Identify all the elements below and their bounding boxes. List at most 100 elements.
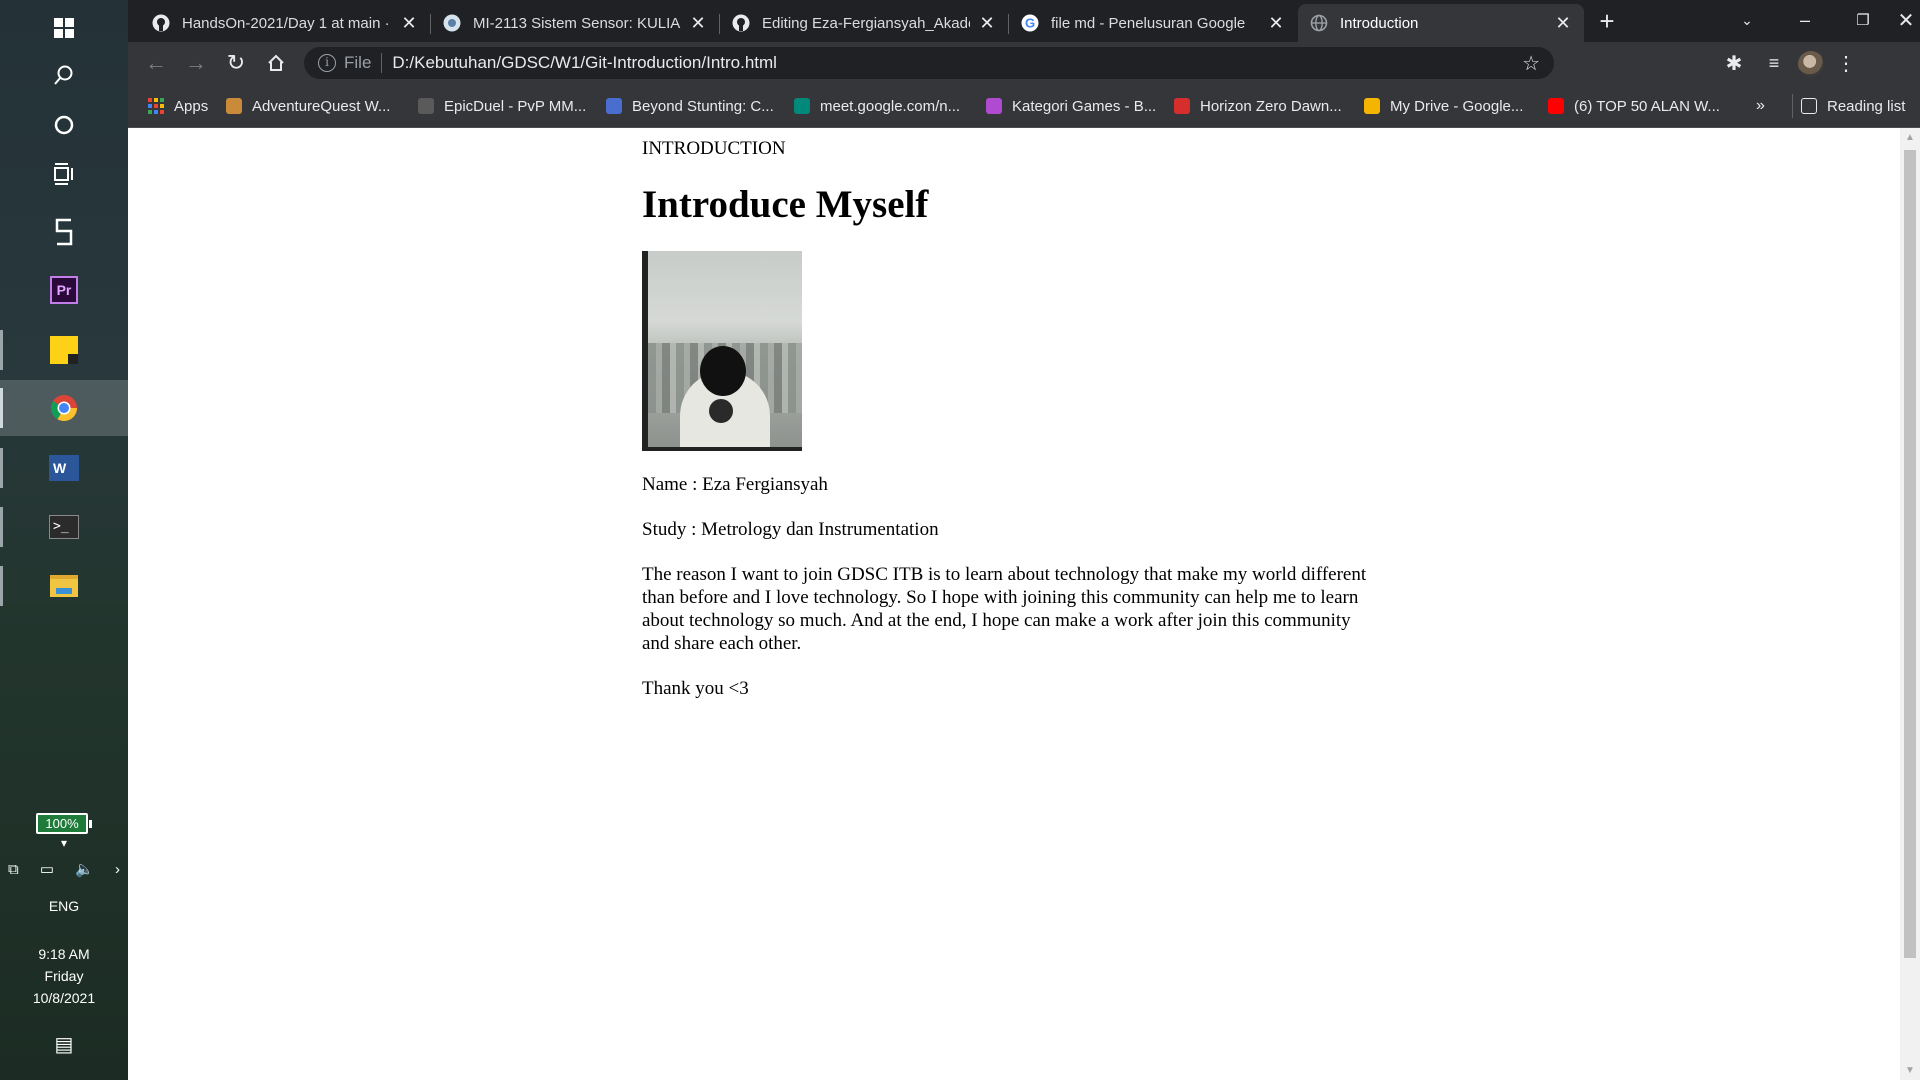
bookmark-epicduel[interactable]: EpicDuel - PvP MM... [418, 94, 586, 118]
chrome-window: HandsOn-2021/Day 1 at main · ✕ MI-2113 S… [128, 0, 1920, 1080]
bookmark-my-drive[interactable]: My Drive - Google... [1364, 94, 1523, 118]
adventurequest-icon [226, 98, 242, 114]
app-s-icon[interactable] [0, 204, 128, 260]
meet-now-icon[interactable]: ⧉ [8, 861, 19, 878]
games-folder-icon [986, 98, 1002, 114]
chevron-right-icon[interactable]: › [115, 861, 120, 878]
close-icon[interactable]: ✕ [400, 13, 418, 34]
notification-center-icon[interactable]: ▤ [0, 1032, 128, 1057]
plug-icon: ▾ [60, 836, 68, 850]
page-viewport: INTRODUCTION Introduce Myself Name : Eza… [128, 128, 1900, 1080]
scrollbar-thumb[interactable] [1904, 150, 1916, 958]
more-bookmarks-chevron-icon[interactable]: » [1756, 94, 1765, 118]
google-icon: G [1021, 14, 1039, 32]
name-line: Name : Eza Fergiansyah [642, 474, 828, 495]
clock-time[interactable]: 9:18 AM [0, 946, 128, 962]
bookmark-youtube[interactable]: (6) TOP 50 ALAN W... [1548, 94, 1720, 118]
youtube-icon [1548, 98, 1564, 114]
github-icon [152, 14, 170, 32]
extensions-icon[interactable]: ✱ [1718, 48, 1750, 78]
github-icon [732, 14, 750, 32]
itb-icon [443, 14, 461, 32]
premiere-pro-icon[interactable]: Pr [0, 262, 128, 318]
reason-paragraph: The reason I want to join GDSC ITB is to… [642, 564, 1367, 654]
close-icon[interactable]: ✕ [978, 13, 996, 34]
closing-line: Thank you <3 [642, 678, 749, 699]
tab-google-search[interactable]: G file md - Penelusuran Google ✕ [1009, 4, 1297, 42]
tab-title: Editing Eza-Fergiansyah_Akade [762, 14, 970, 32]
tab-title: HandsOn-2021/Day 1 at main · [182, 14, 390, 32]
profile-avatar[interactable] [1798, 51, 1824, 77]
tab-title: MI-2113 Sistem Sensor: KULIAH [473, 14, 681, 32]
epicduel-icon [418, 98, 434, 114]
word-icon[interactable]: W [0, 440, 128, 496]
scroll-down-arrow-icon[interactable]: ▼ [1900, 1065, 1920, 1076]
browser-toolbar: ← → ↻ i File D:/Kebutuhan/GDSC/W1/Git-In… [128, 42, 1920, 84]
tab-title: Introduction [1340, 14, 1419, 32]
bookmarks-bar: Apps AdventureQuest W... EpicDuel - PvP … [128, 84, 1920, 128]
page-topline: INTRODUCTION [642, 138, 786, 159]
reading-list-button[interactable]: Reading list [1792, 94, 1905, 118]
battery-indicator: 100% [36, 813, 92, 834]
url-scheme: File [344, 53, 372, 72]
reload-icon[interactable]: ↻ [220, 48, 252, 78]
bookmark-kategori-games[interactable]: Kategori Games - B... [986, 94, 1156, 118]
tab-title: file md - Penelusuran Google [1051, 14, 1246, 32]
media-control-icon[interactable]: ≡ [1758, 48, 1790, 78]
battery-icon[interactable]: ▭ [40, 860, 54, 878]
home-icon[interactable] [260, 48, 292, 78]
bookmark-horizon[interactable]: Horizon Zero Dawn... [1174, 94, 1342, 118]
new-tab-button[interactable]: + [1590, 6, 1624, 36]
task-view-icon[interactable] [0, 146, 128, 202]
address-bar[interactable]: i File D:/Kebutuhan/GDSC/W1/Git-Introduc… [304, 47, 1554, 79]
back-arrow-icon[interactable]: ← [140, 48, 172, 78]
search-icon[interactable] [0, 47, 128, 103]
bookmark-adventurequest[interactable]: AdventureQuest W... [226, 94, 390, 118]
vertical-scrollbar[interactable]: ▲ ▼ [1900, 128, 1920, 1080]
sticky-notes-icon[interactable] [0, 322, 128, 378]
file-explorer-icon[interactable] [0, 558, 128, 614]
tab-editing[interactable]: Editing Eza-Fergiansyah_Akade ✕ [720, 4, 1008, 42]
forward-arrow-icon[interactable]: → [180, 48, 212, 78]
clock-day[interactable]: Friday [0, 968, 128, 984]
volume-icon[interactable]: 🔈 [75, 860, 94, 878]
minimize-button[interactable]: – [1776, 0, 1834, 40]
google-drive-icon [1364, 98, 1380, 114]
tab-handson[interactable]: HandsOn-2021/Day 1 at main · ✕ [140, 4, 430, 42]
svg-text:G: G [1025, 16, 1035, 31]
tab-search-icon[interactable]: ⌄ [1718, 0, 1776, 40]
tab-strip: HandsOn-2021/Day 1 at main · ✕ MI-2113 S… [128, 0, 1920, 42]
restore-button[interactable]: ❐ [1834, 0, 1892, 40]
url-text[interactable]: D:/Kebutuhan/GDSC/W1/Git-Introduction/In… [392, 53, 777, 73]
close-window-button[interactable]: ✕ [1892, 0, 1920, 40]
windows-taskbar: Pr W >_ 100% ▾ ⧉ ▭ 🔈 › ENG 9:18 AM Frida… [0, 0, 128, 1080]
bookmark-beyond-stunting[interactable]: Beyond Stunting: C... [606, 94, 774, 118]
terminal-icon[interactable]: >_ [0, 499, 128, 555]
chrome-icon[interactable] [0, 380, 128, 436]
cortana-icon[interactable] [0, 97, 128, 153]
clock-date[interactable]: 10/8/2021 [0, 990, 128, 1006]
star-bookmark-icon[interactable]: ☆ [1522, 51, 1540, 76]
chart-bars-icon [606, 98, 622, 114]
close-icon[interactable]: ✕ [689, 13, 707, 34]
horizon-icon [1174, 98, 1190, 114]
scroll-up-arrow-icon[interactable]: ▲ [1900, 132, 1920, 143]
bookmark-google-meet[interactable]: meet.google.com/n... [794, 94, 960, 118]
bookmark-apps[interactable]: Apps [148, 94, 208, 118]
tab-introduction[interactable]: Introduction ✕ [1298, 4, 1584, 42]
tab-sistem-sensor[interactable]: MI-2113 Sistem Sensor: KULIAH ✕ [431, 4, 719, 42]
close-icon[interactable]: ✕ [1267, 13, 1285, 34]
language-indicator[interactable]: ENG [0, 898, 128, 914]
profile-photo [642, 251, 802, 451]
info-icon[interactable]: i [318, 54, 336, 72]
globe-icon [1310, 14, 1328, 32]
close-icon[interactable]: ✕ [1554, 13, 1572, 34]
page-heading: Introduce Myself [642, 183, 929, 226]
system-tray: ⧉ ▭ 🔈 › [8, 860, 120, 879]
google-meet-icon [794, 98, 810, 114]
menu-kebab-icon[interactable]: ⋮ [1830, 48, 1862, 78]
study-line: Study : Metrology dan Instrumentation [642, 519, 939, 540]
apps-grid-icon [148, 98, 164, 114]
page-body: INTRODUCTION Introduce Myself Name : Eza… [642, 138, 1382, 700]
reading-list-icon [1801, 98, 1817, 114]
